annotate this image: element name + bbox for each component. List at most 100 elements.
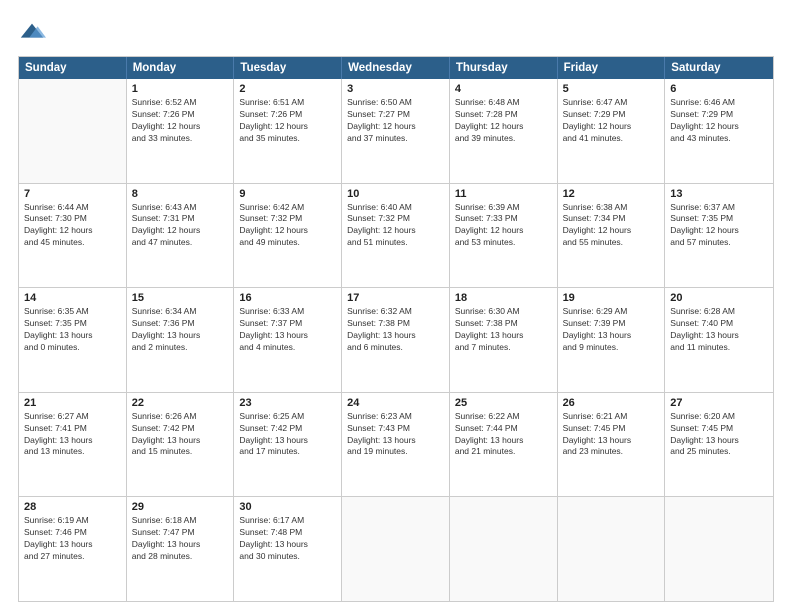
day-cell-5: 5 Sunrise: 6:47 AMSunset: 7:29 PMDaylight… — [558, 79, 666, 183]
day-number: 18 — [455, 292, 552, 304]
day-info: Sunrise: 6:28 AMSunset: 7:40 PMDaylight:… — [670, 306, 768, 354]
day-number: 7 — [24, 188, 121, 200]
day-number: 25 — [455, 397, 552, 409]
day-info: Sunrise: 6:25 AMSunset: 7:42 PMDaylight:… — [239, 411, 336, 459]
day-info: Sunrise: 6:40 AMSunset: 7:32 PMDaylight:… — [347, 202, 444, 250]
day-cell-27: 27 Sunrise: 6:20 AMSunset: 7:45 PMDayligh… — [665, 393, 773, 497]
day-info: Sunrise: 6:48 AMSunset: 7:28 PMDaylight:… — [455, 97, 552, 145]
week-row-1: 1 Sunrise: 6:52 AMSunset: 7:26 PMDaylight… — [19, 79, 773, 184]
day-number: 12 — [563, 188, 660, 200]
day-cell-28: 28Sunrise: 6:19 AMSunset: 7:46 PMDayligh… — [19, 497, 127, 601]
day-number: 21 — [24, 397, 121, 409]
empty-cell — [665, 497, 773, 601]
day-number: 1 — [132, 83, 229, 95]
day-cell-14: 14 Sunrise: 6:35 AMSunset: 7:35 PMDayligh… — [19, 288, 127, 392]
day-info: Sunrise: 6:51 AMSunset: 7:26 PMDaylight:… — [239, 97, 336, 145]
day-cell-22: 22 Sunrise: 6:26 AMSunset: 7:42 PMDayligh… — [127, 393, 235, 497]
day-number: 16 — [239, 292, 336, 304]
day-number: 11 — [455, 188, 552, 200]
day-cell-6: 6Sunrise: 6:46 AMSunset: 7:29 PMDaylight… — [665, 79, 773, 183]
day-number: 15 — [132, 292, 229, 304]
day-cell-30: 30 Sunrise: 6:17 AMSunset: 7:48 PMDayligh… — [234, 497, 342, 601]
day-info: Sunrise: 6:43 AMSunset: 7:31 PMDaylight:… — [132, 202, 229, 250]
day-number: 14 — [24, 292, 121, 304]
day-info: Sunrise: 6:38 AMSunset: 7:34 PMDaylight:… — [563, 202, 660, 250]
day-cell-10: 10 Sunrise: 6:40 AMSunset: 7:32 PMDayligh… — [342, 184, 450, 288]
day-info: Sunrise: 6:39 AMSunset: 7:33 PMDaylight:… — [455, 202, 552, 250]
day-cell-24: 24 Sunrise: 6:23 AMSunset: 7:43 PMDayligh… — [342, 393, 450, 497]
day-cell-7: 7 Sunrise: 6:44 AMSunset: 7:30 PMDaylight… — [19, 184, 127, 288]
day-info: Sunrise: 6:44 AMSunset: 7:30 PMDaylight:… — [24, 202, 121, 250]
week-row-3: 14 Sunrise: 6:35 AMSunset: 7:35 PMDayligh… — [19, 288, 773, 393]
day-cell-9: 9 Sunrise: 6:42 AMSunset: 7:32 PMDaylight… — [234, 184, 342, 288]
calendar: SundayMondayTuesdayWednesdayThursdayFrid… — [18, 56, 774, 602]
day-cell-13: 13 Sunrise: 6:37 AMSunset: 7:35 PMDayligh… — [665, 184, 773, 288]
logo — [18, 18, 50, 46]
day-info: Sunrise: 6:19 AMSunset: 7:46 PMDaylight:… — [24, 515, 121, 563]
header-cell-friday: Friday — [558, 57, 666, 79]
day-info: Sunrise: 6:26 AMSunset: 7:42 PMDaylight:… — [132, 411, 229, 459]
week-row-4: 21 Sunrise: 6:27 AMSunset: 7:41 PMDayligh… — [19, 393, 773, 498]
day-cell-18: 18 Sunrise: 6:30 AMSunset: 7:38 PMDayligh… — [450, 288, 558, 392]
day-info: Sunrise: 6:20 AMSunset: 7:45 PMDaylight:… — [670, 411, 768, 459]
day-cell-23: 23 Sunrise: 6:25 AMSunset: 7:42 PMDayligh… — [234, 393, 342, 497]
day-number: 29 — [132, 501, 229, 513]
day-number: 20 — [670, 292, 768, 304]
day-number: 5 — [563, 83, 660, 95]
day-number: 4 — [455, 83, 552, 95]
day-cell-15: 15 Sunrise: 6:34 AMSunset: 7:36 PMDayligh… — [127, 288, 235, 392]
day-number: 30 — [239, 501, 336, 513]
day-number: 27 — [670, 397, 768, 409]
day-info: Sunrise: 6:30 AMSunset: 7:38 PMDaylight:… — [455, 306, 552, 354]
day-info: Sunrise: 6:42 AMSunset: 7:32 PMDaylight:… — [239, 202, 336, 250]
day-cell-12: 12 Sunrise: 6:38 AMSunset: 7:34 PMDayligh… — [558, 184, 666, 288]
page: SundayMondayTuesdayWednesdayThursdayFrid… — [0, 0, 792, 612]
header-cell-saturday: Saturday — [665, 57, 773, 79]
day-info: Sunrise: 6:37 AMSunset: 7:35 PMDaylight:… — [670, 202, 768, 250]
empty-cell — [558, 497, 666, 601]
logo-icon — [18, 18, 46, 46]
day-cell-16: 16 Sunrise: 6:33 AMSunset: 7:37 PMDayligh… — [234, 288, 342, 392]
day-number: 8 — [132, 188, 229, 200]
header-cell-wednesday: Wednesday — [342, 57, 450, 79]
week-row-2: 7 Sunrise: 6:44 AMSunset: 7:30 PMDaylight… — [19, 184, 773, 289]
day-number: 19 — [563, 292, 660, 304]
day-info: Sunrise: 6:17 AMSunset: 7:48 PMDaylight:… — [239, 515, 336, 563]
day-number: 22 — [132, 397, 229, 409]
calendar-header: SundayMondayTuesdayWednesdayThursdayFrid… — [19, 57, 773, 79]
day-number: 2 — [239, 83, 336, 95]
day-cell-17: 17Sunrise: 6:32 AMSunset: 7:38 PMDayligh… — [342, 288, 450, 392]
day-info: Sunrise: 6:50 AMSunset: 7:27 PMDaylight:… — [347, 97, 444, 145]
day-cell-29: 29Sunrise: 6:18 AMSunset: 7:47 PMDayligh… — [127, 497, 235, 601]
day-number: 23 — [239, 397, 336, 409]
day-cell-4: 4 Sunrise: 6:48 AMSunset: 7:28 PMDaylight… — [450, 79, 558, 183]
day-info: Sunrise: 6:32 AMSunset: 7:38 PMDaylight:… — [347, 306, 444, 354]
day-info: Sunrise: 6:23 AMSunset: 7:43 PMDaylight:… — [347, 411, 444, 459]
day-cell-8: 8 Sunrise: 6:43 AMSunset: 7:31 PMDaylight… — [127, 184, 235, 288]
day-info: Sunrise: 6:52 AMSunset: 7:26 PMDaylight:… — [132, 97, 229, 145]
day-number: 24 — [347, 397, 444, 409]
empty-cell — [19, 79, 127, 183]
day-number: 13 — [670, 188, 768, 200]
day-cell-26: 26Sunrise: 6:21 AMSunset: 7:45 PMDayligh… — [558, 393, 666, 497]
header — [18, 18, 774, 46]
day-cell-21: 21 Sunrise: 6:27 AMSunset: 7:41 PMDayligh… — [19, 393, 127, 497]
day-info: Sunrise: 6:35 AMSunset: 7:35 PMDaylight:… — [24, 306, 121, 354]
day-info: Sunrise: 6:33 AMSunset: 7:37 PMDaylight:… — [239, 306, 336, 354]
day-cell-25: 25 Sunrise: 6:22 AMSunset: 7:44 PMDayligh… — [450, 393, 558, 497]
day-info: Sunrise: 6:27 AMSunset: 7:41 PMDaylight:… — [24, 411, 121, 459]
week-row-5: 28Sunrise: 6:19 AMSunset: 7:46 PMDayligh… — [19, 497, 773, 601]
day-info: Sunrise: 6:47 AMSunset: 7:29 PMDaylight:… — [563, 97, 660, 145]
day-number: 9 — [239, 188, 336, 200]
day-cell-11: 11 Sunrise: 6:39 AMSunset: 7:33 PMDayligh… — [450, 184, 558, 288]
day-cell-3: 3Sunrise: 6:50 AMSunset: 7:27 PMDaylight… — [342, 79, 450, 183]
day-cell-1: 1 Sunrise: 6:52 AMSunset: 7:26 PMDaylight… — [127, 79, 235, 183]
day-info: Sunrise: 6:21 AMSunset: 7:45 PMDaylight:… — [563, 411, 660, 459]
day-cell-2: 2 Sunrise: 6:51 AMSunset: 7:26 PMDaylight… — [234, 79, 342, 183]
day-info: Sunrise: 6:22 AMSunset: 7:44 PMDaylight:… — [455, 411, 552, 459]
header-cell-thursday: Thursday — [450, 57, 558, 79]
day-number: 10 — [347, 188, 444, 200]
day-info: Sunrise: 6:34 AMSunset: 7:36 PMDaylight:… — [132, 306, 229, 354]
calendar-body: 1 Sunrise: 6:52 AMSunset: 7:26 PMDaylight… — [19, 79, 773, 601]
day-cell-19: 19Sunrise: 6:29 AMSunset: 7:39 PMDayligh… — [558, 288, 666, 392]
